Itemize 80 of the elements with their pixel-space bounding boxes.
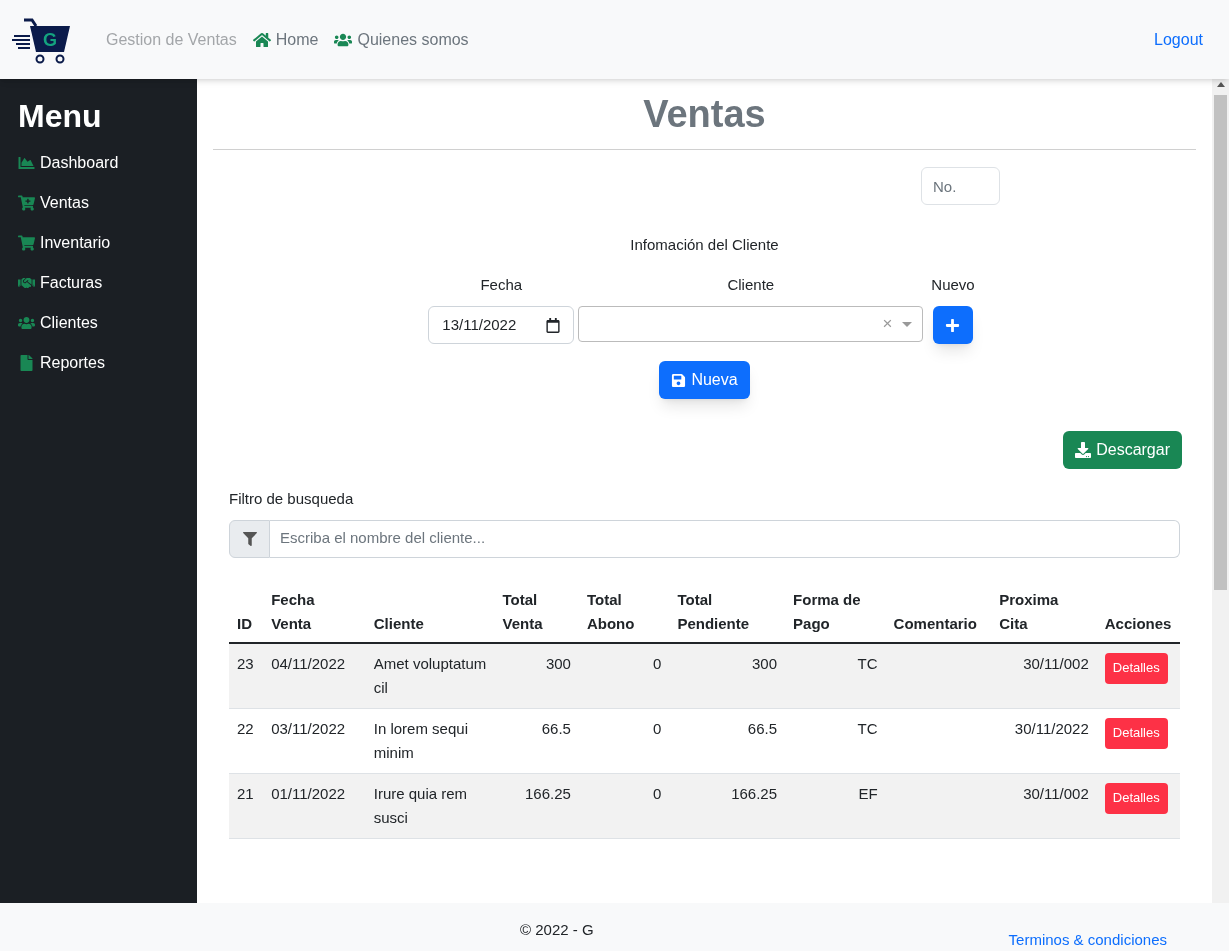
table-cell: TC bbox=[857, 719, 878, 737]
logout-link[interactable]: Logout bbox=[1154, 27, 1203, 52]
brand-link[interactable]: Gestion de Ventas bbox=[106, 27, 237, 52]
table-cell: Amet voluptatum cil bbox=[373, 654, 487, 696]
table-cell: 66.5 bbox=[541, 719, 571, 737]
column-header: Comentario bbox=[893, 614, 977, 632]
details-button[interactable]: Detalles bbox=[1104, 782, 1168, 814]
date-field[interactable]: 13/11/2022 bbox=[428, 306, 575, 344]
dropdown-caret-icon[interactable] bbox=[902, 321, 913, 327]
date-label: Fecha bbox=[480, 274, 523, 295]
table-cell: 04/11/2022 bbox=[271, 654, 346, 672]
column-header: ID bbox=[237, 614, 252, 632]
column-header: Cliente bbox=[373, 614, 424, 632]
save-button[interactable]: Nueva bbox=[659, 361, 750, 399]
table-cell: Irure quia rem susci bbox=[373, 784, 468, 826]
nav-link[interactable]: Quienes somos bbox=[334, 27, 469, 52]
new-client-label: Nuevo bbox=[931, 274, 975, 295]
column-header: Total Venta bbox=[502, 590, 543, 632]
users-icon bbox=[18, 315, 35, 331]
table-cell: 66.5 bbox=[747, 719, 778, 737]
table-cell: 23 bbox=[237, 654, 254, 672]
table-cell: 30/11/2022 bbox=[1014, 719, 1089, 737]
filter-field[interactable]: Escriba el nombre del cliente... bbox=[270, 519, 1180, 558]
table-cell: In lorem sequi minim bbox=[373, 719, 468, 761]
scrollbar[interactable] bbox=[1212, 79, 1229, 903]
add-client-button[interactable] bbox=[933, 306, 973, 344]
sidebar-item[interactable]: Facturas bbox=[18, 263, 197, 303]
filter-label: Filtro de busqueda bbox=[229, 489, 355, 509]
table-cell: 22 bbox=[237, 719, 254, 737]
client-label: Cliente bbox=[727, 274, 775, 295]
details-button[interactable]: Detalles bbox=[1104, 652, 1168, 684]
table-cell: 300 bbox=[545, 654, 571, 672]
scroll-up-arrow-icon[interactable] bbox=[1216, 82, 1225, 87]
cart-icon bbox=[18, 235, 35, 251]
client-select[interactable]: × bbox=[578, 306, 924, 342]
download-icon bbox=[1075, 442, 1092, 458]
details-button[interactable]: Detalles bbox=[1104, 717, 1168, 749]
table-cell: 0 bbox=[653, 784, 662, 802]
column-header: Forma de Pago bbox=[793, 590, 861, 632]
column-header: Fecha Venta bbox=[271, 590, 315, 632]
nav-link[interactable]: Home bbox=[252, 27, 319, 52]
sidebar-item[interactable]: Ventas bbox=[18, 183, 197, 223]
sidebar-title: Menu bbox=[18, 97, 103, 136]
page-title: Ventas bbox=[213, 89, 1196, 150]
table-cell: 0 bbox=[653, 719, 662, 737]
table-cell: 30/11/002 bbox=[1023, 784, 1089, 802]
users-icon bbox=[334, 31, 353, 48]
column-header: Total Abono bbox=[586, 590, 635, 632]
table-cell: TC bbox=[857, 654, 878, 672]
download-button[interactable]: Descargar bbox=[1063, 431, 1182, 469]
handshake-icon bbox=[18, 275, 35, 291]
save-icon bbox=[671, 372, 687, 388]
file-icon bbox=[18, 355, 35, 371]
table-cell: 03/11/2022 bbox=[271, 719, 346, 737]
table-cell: 166.25 bbox=[731, 784, 778, 802]
table-cell: 21 bbox=[237, 784, 254, 802]
copyright-text: © 2022 - G bbox=[520, 919, 594, 940]
table-cell: 300 bbox=[752, 654, 778, 672]
table-cell: 0 bbox=[653, 654, 662, 672]
calendar-icon[interactable] bbox=[546, 317, 561, 333]
number-field[interactable]: No. bbox=[921, 167, 1000, 205]
sidebar-item[interactable]: Reportes bbox=[18, 343, 197, 383]
cart-plus-icon bbox=[18, 195, 35, 211]
terms-link[interactable]: Terminos & condiciones bbox=[1008, 928, 1167, 951]
sidebar-item[interactable]: Clientes bbox=[18, 303, 197, 343]
clear-button[interactable]: × bbox=[882, 311, 893, 337]
filter-icon bbox=[242, 531, 257, 546]
column-header: Acciones bbox=[1104, 614, 1172, 632]
sidebar-item[interactable]: Dashboard bbox=[18, 143, 197, 183]
home-icon bbox=[252, 31, 271, 48]
table-cell: 01/11/2022 bbox=[271, 784, 346, 802]
table-cell: 166.25 bbox=[525, 784, 571, 802]
section-title: Infomación del Cliente bbox=[630, 235, 779, 255]
plus-icon bbox=[945, 317, 961, 333]
column-header: Total Pendiente bbox=[677, 590, 750, 632]
table-cell: EF bbox=[858, 784, 878, 802]
table-cell: 30/11/002 bbox=[1023, 654, 1089, 672]
sidebar-item[interactable]: Inventario bbox=[18, 223, 197, 263]
column-header: Proxima Cita bbox=[999, 590, 1059, 632]
area-chart-icon bbox=[18, 155, 35, 171]
